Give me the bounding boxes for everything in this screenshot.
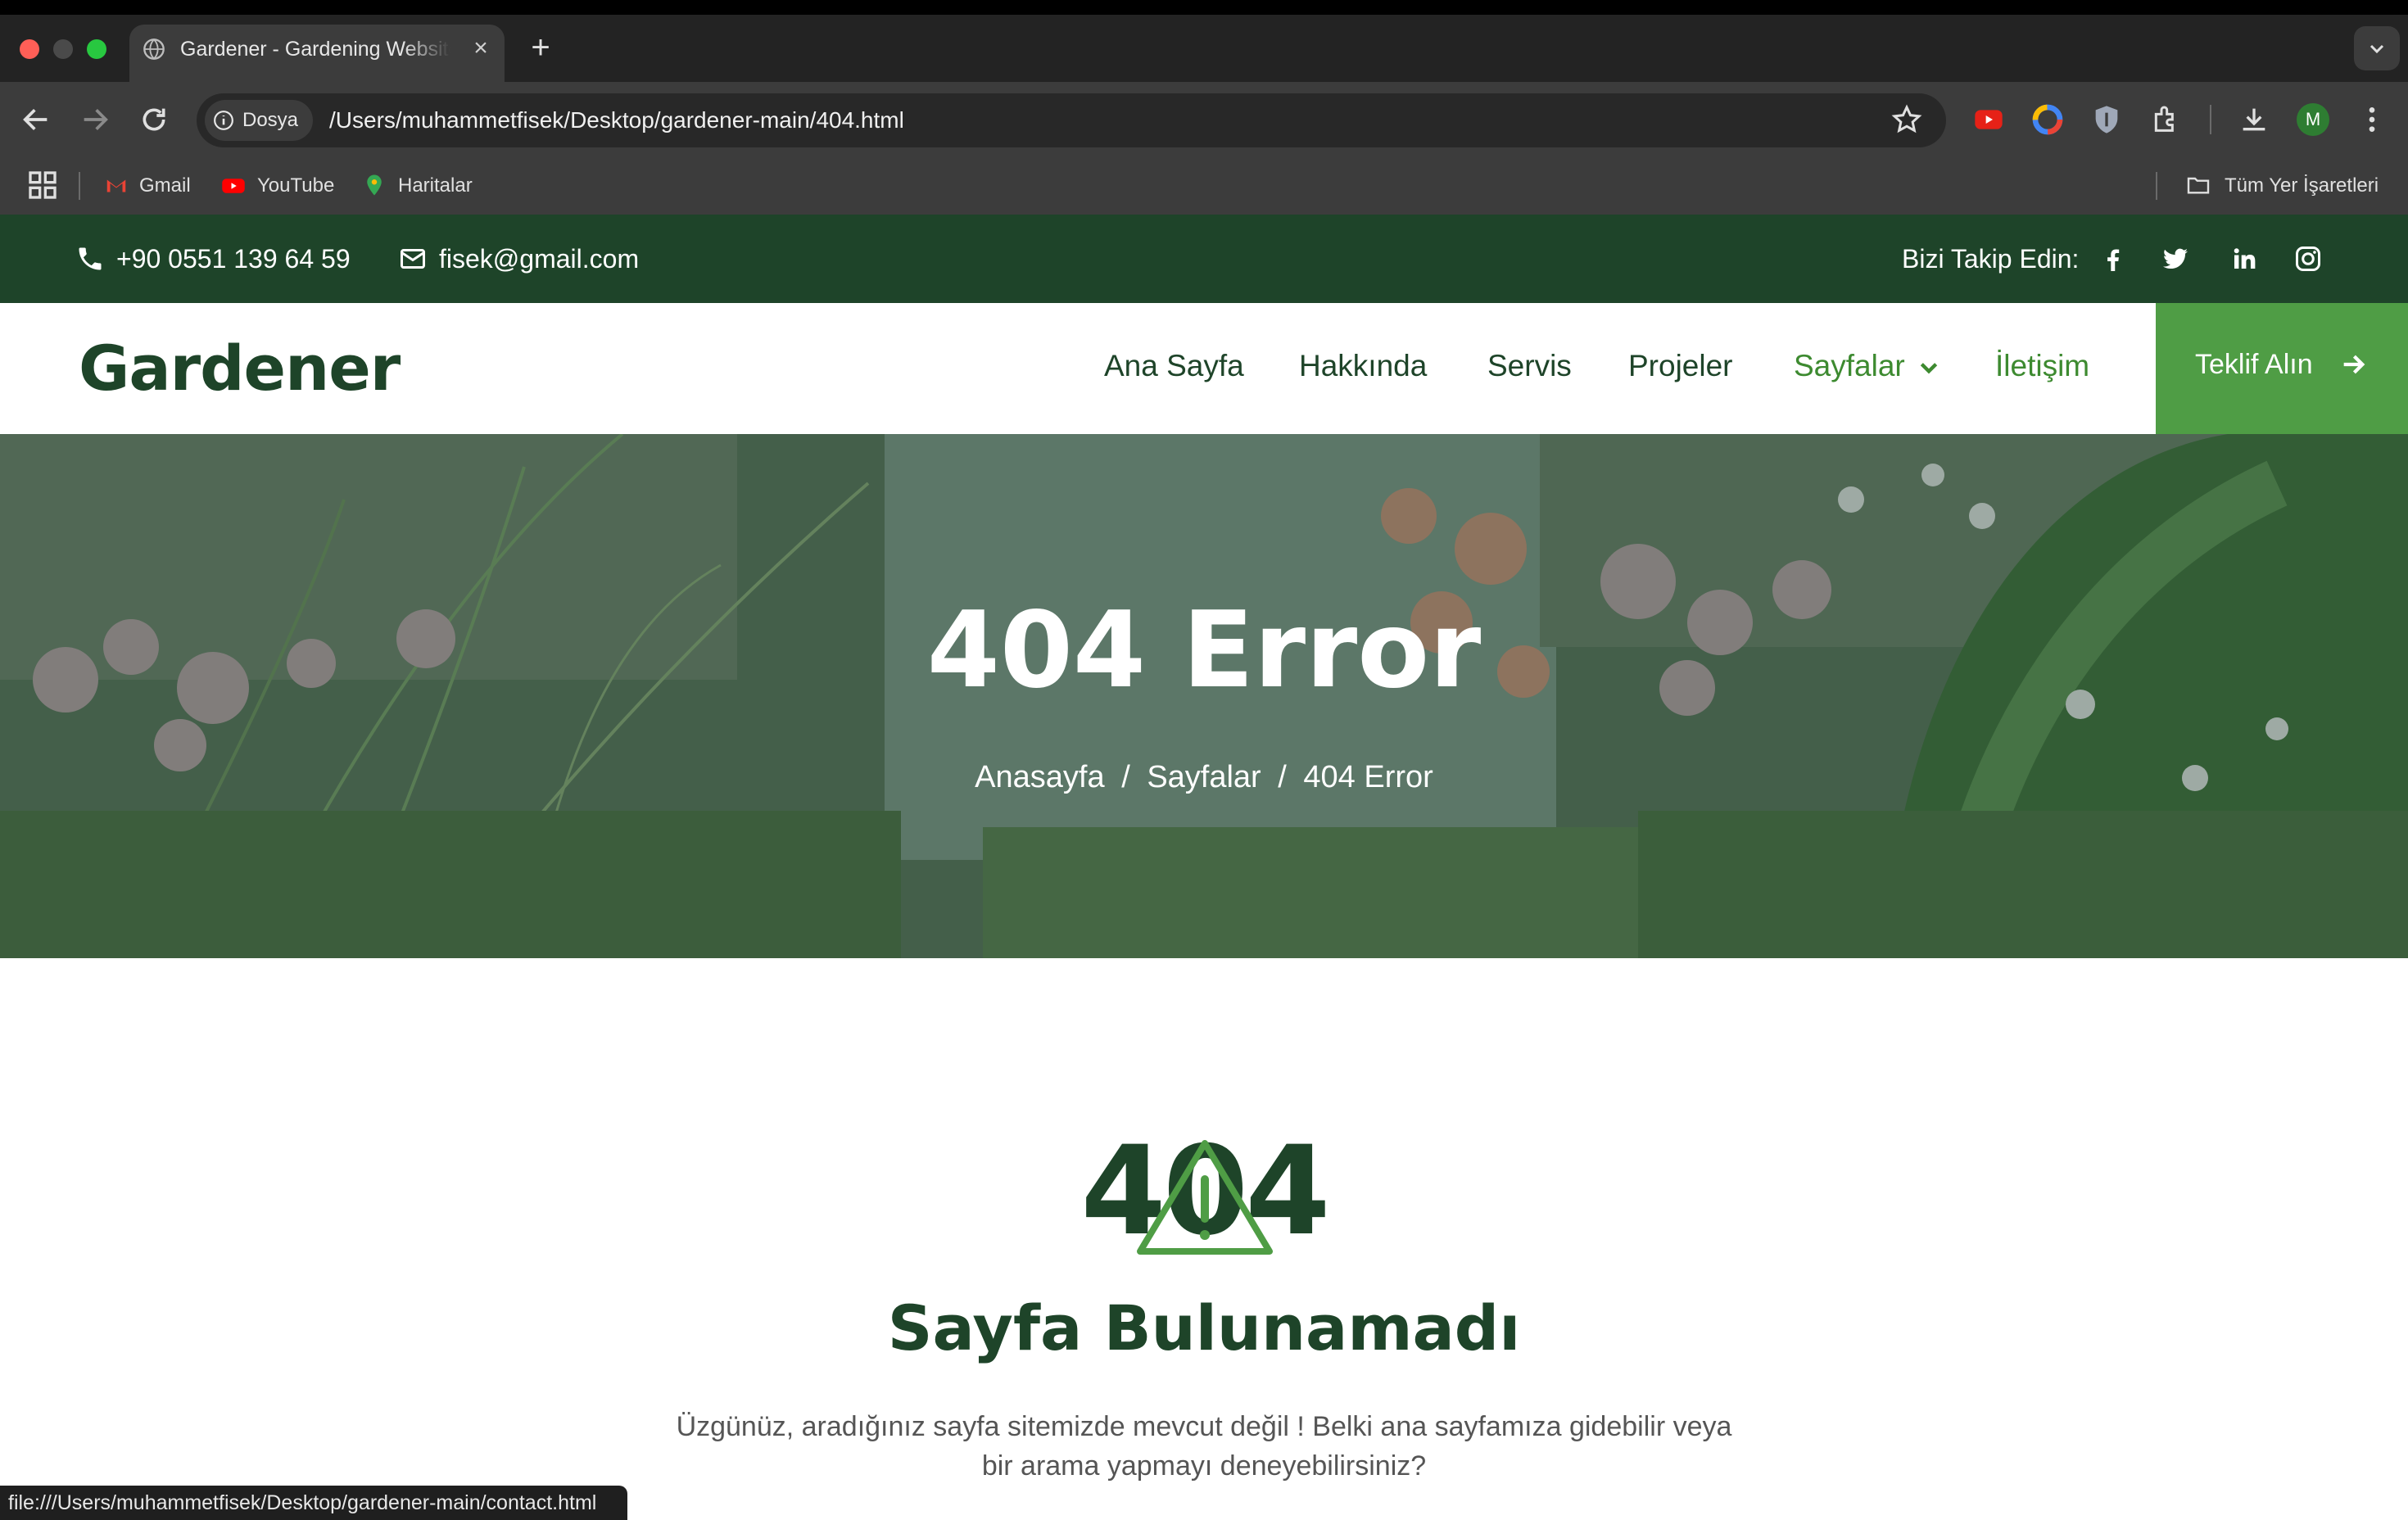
tab-title: Gardener - Gardening Website	[180, 38, 450, 61]
star-icon[interactable]	[1890, 103, 1923, 136]
arrow-right-icon	[2343, 355, 2365, 374]
hero-title: 404 Error	[926, 590, 1482, 712]
breadcrumb-separator: /	[1278, 760, 1287, 794]
extensions-icon[interactable]	[2149, 103, 2182, 136]
nav-home[interactable]: Ana Sayfa	[1104, 346, 1244, 387]
tab-close-icon[interactable]: ×	[467, 34, 495, 62]
bookmark-divider	[79, 172, 80, 200]
youtube-extension-icon[interactable]	[1972, 103, 2005, 136]
window-titlebar	[0, 0, 2408, 15]
breadcrumb: Anasayfa / Sayfalar / 404 Error	[901, 757, 1507, 798]
site-logo[interactable]: Gardener	[79, 328, 406, 409]
url-text[interactable]: /Users/muhammetfisek/Desktop/gardener-ma…	[329, 104, 1558, 137]
color-extension-icon[interactable]	[2031, 103, 2064, 136]
facebook-icon[interactable]	[2098, 244, 2128, 274]
folder-icon	[2187, 177, 2210, 194]
nav-about[interactable]: Hakkında	[1299, 346, 1433, 387]
nav-projects[interactable]: Projeler	[1628, 346, 1740, 387]
shield-extension-icon[interactable]	[2090, 103, 2123, 136]
bookmark-maps[interactable]: Haritalar	[398, 172, 496, 200]
download-icon[interactable]	[2238, 103, 2270, 136]
contact-phone[interactable]: +90 0551 139 64 59	[116, 242, 370, 275]
more-menu-icon[interactable]	[2356, 103, 2388, 136]
status-bar-link-preview: file:///Users/muhammetfisek/Desktop/gard…	[0, 1486, 627, 1520]
not-found-title: Sayfa Bulunamadı	[887, 1292, 1521, 1364]
quote-button-label: Teklif Alın	[2195, 349, 2313, 380]
not-found-description: Üzgünüz, aradığınız sayfa sitemizde mevc…	[676, 1411, 1732, 1482]
breadcrumb-home[interactable]: Anasayfa	[975, 760, 1104, 794]
info-icon	[214, 111, 233, 130]
chevron-down-icon	[2370, 44, 2384, 54]
nav-contact[interactable]: İletişim	[1995, 346, 2102, 387]
toolbar-divider	[2210, 105, 2211, 134]
back-icon[interactable]	[20, 103, 52, 136]
follow-label: Bizi Takip Edin:	[1902, 244, 2080, 274]
bookmark-gmail[interactable]: Gmail	[139, 172, 205, 200]
profile-avatar[interactable]: M	[2297, 103, 2329, 136]
minimize-window-button[interactable]	[53, 39, 73, 59]
apps-grid-icon[interactable]	[26, 169, 59, 201]
chevron-down-icon[interactable]	[1918, 357, 1940, 378]
warning-icon	[1137, 1140, 1273, 1255]
nav-service[interactable]: Servis	[1487, 346, 1574, 387]
tab-search-button[interactable]	[2354, 26, 2400, 70]
security-chip-label: Dosya	[242, 109, 299, 131]
new-tab-button[interactable]: +	[524, 31, 557, 64]
phone-icon	[79, 247, 102, 270]
maximize-window-button[interactable]	[87, 39, 106, 59]
maps-icon	[367, 174, 382, 196]
bookmarks-bar	[0, 164, 2408, 215]
envelope-icon	[401, 249, 425, 269]
bookmark-youtube[interactable]: YouTube	[257, 172, 355, 200]
globe-icon	[143, 38, 165, 60]
twitter-icon[interactable]	[2161, 244, 2190, 274]
gmail-icon	[106, 179, 126, 192]
breadcrumb-separator: /	[1121, 760, 1130, 794]
contact-email[interactable]: fisek@gmail.com	[439, 242, 685, 275]
instagram-icon[interactable]	[2293, 244, 2323, 274]
youtube-icon	[222, 179, 245, 193]
nav-pages[interactable]: Sayfalar	[1794, 346, 1912, 387]
breadcrumb-current: 404 Error	[1303, 760, 1433, 794]
forward-icon[interactable]	[79, 103, 111, 136]
all-bookmarks[interactable]: Tüm Yer İşaretleri	[2225, 172, 2405, 200]
close-window-button[interactable]	[20, 39, 39, 59]
breadcrumb-pages[interactable]: Sayfalar	[1147, 760, 1261, 794]
bookmark-divider-right	[2156, 172, 2157, 200]
reload-icon[interactable]	[138, 103, 170, 136]
linkedin-icon[interactable]	[2229, 244, 2259, 274]
